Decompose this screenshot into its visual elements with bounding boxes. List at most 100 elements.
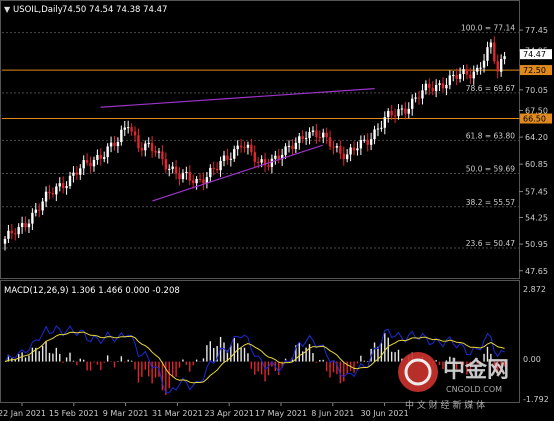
candle-body [393, 115, 397, 117]
watermark-logo-icon [398, 352, 438, 392]
candle-body [304, 138, 308, 140]
candle-body [397, 109, 400, 117]
candle-body [438, 83, 441, 85]
candle-body [116, 142, 120, 147]
candle-body [417, 97, 421, 99]
candle-body [55, 186, 58, 195]
date-tick-label: 17 May 2021 [255, 409, 307, 418]
header: ▼ USOIL,Daily 74.50 74.54 74.38 74.47 [4, 5, 167, 15]
candle-body [215, 168, 219, 171]
candle-body [212, 167, 215, 169]
candle-body [339, 146, 342, 154]
candle-body [92, 159, 96, 167]
candle-body [253, 152, 256, 162]
candle-body [472, 71, 475, 79]
candle-body [154, 151, 157, 153]
candle-body [44, 191, 48, 202]
price-tick-label: 54.25 [525, 213, 548, 222]
date-tick-label: 9 Mar 2021 [103, 409, 149, 418]
candle-body [202, 179, 205, 184]
price-panel: 77.4574.9572.5070.0567.5066.5064.2060.85… [0, 0, 552, 279]
candle-body [291, 145, 294, 150]
candle-body [123, 127, 126, 130]
candle-body [414, 97, 417, 99]
candle-body [51, 193, 55, 195]
candle-body [452, 74, 455, 76]
candle-body [140, 148, 144, 151]
candle-body [486, 47, 489, 61]
fibonacci-label: 61.8 = 63.80 [466, 131, 515, 140]
candle-body [48, 191, 51, 194]
candle-body [164, 159, 168, 170]
candle-body [75, 172, 79, 175]
candle-body [315, 130, 318, 138]
macd-label: MACD(12,26,9) 1.306 1.466 0.000 -0.208 [4, 286, 180, 296]
candle-body [499, 59, 503, 72]
date-tick-label: 30 Jun 2021 [361, 409, 409, 418]
price-tick-label: 50.95 [525, 240, 548, 249]
candle-body [24, 223, 27, 228]
candle-body [369, 139, 373, 145]
price-tick-label: 70.05 [525, 86, 548, 95]
candle-body [106, 146, 109, 158]
candle-body [311, 130, 315, 133]
candle-body [185, 171, 188, 173]
date-tick-label: 31 Mar 2021 [152, 409, 203, 418]
date-tick-label: 15 Feb 2021 [49, 409, 99, 418]
candle-body [503, 56, 506, 60]
candle-body [113, 142, 116, 147]
watermark-tagline: 中 文 财 经 新 媒 体 [405, 399, 485, 411]
candle-body [133, 131, 137, 136]
candle-body [301, 136, 304, 139]
candle-body [434, 84, 438, 92]
macd-axis-top: 2.872 [523, 285, 546, 294]
candle-body [229, 158, 233, 160]
candle-body [260, 159, 263, 163]
candle-body [400, 108, 404, 110]
candle-body [431, 88, 434, 92]
candle-body [448, 75, 452, 85]
candle-body [359, 139, 363, 149]
candle-body [85, 160, 89, 163]
candle-body [376, 128, 380, 130]
candle-body [455, 74, 458, 79]
candle-body [335, 146, 339, 148]
candle-body [120, 129, 123, 143]
candle-body [352, 147, 356, 151]
candle-body [274, 155, 277, 159]
candle-body [188, 171, 191, 181]
candle-body [219, 160, 222, 171]
candle-body [126, 127, 130, 129]
price-tick-label: 57.45 [525, 188, 548, 197]
symbol-menu-icon[interactable]: ▼ [4, 5, 11, 14]
candle-body [489, 42, 493, 48]
candle-body [424, 83, 428, 91]
candle-body [168, 168, 171, 170]
candle-body [345, 154, 349, 160]
candle-body [294, 142, 298, 150]
candle-body [222, 155, 226, 161]
candle-body [65, 186, 68, 189]
candle-body [469, 74, 472, 79]
candle-body [72, 172, 75, 176]
candle-body [441, 83, 445, 89]
candle-body [349, 147, 352, 155]
level-tag-label: 72.50 [523, 66, 546, 75]
candle-body [195, 178, 198, 184]
candle-body [267, 165, 270, 167]
candle-body [137, 135, 140, 149]
candle-body [445, 84, 448, 89]
candle-body [287, 145, 291, 147]
candle-body [38, 209, 41, 211]
candle-body [82, 160, 85, 169]
symbol-title: USOIL,Daily [13, 5, 63, 15]
candle-body [496, 61, 499, 72]
candle-body [322, 132, 325, 138]
price-tick-label: 77.45 [525, 26, 548, 35]
candle-body [318, 137, 322, 139]
price-panel-frame [0, 0, 520, 279]
candle-body [342, 153, 345, 160]
candle-body [7, 230, 10, 239]
candle-body [3, 238, 7, 244]
candle-body [284, 146, 287, 155]
